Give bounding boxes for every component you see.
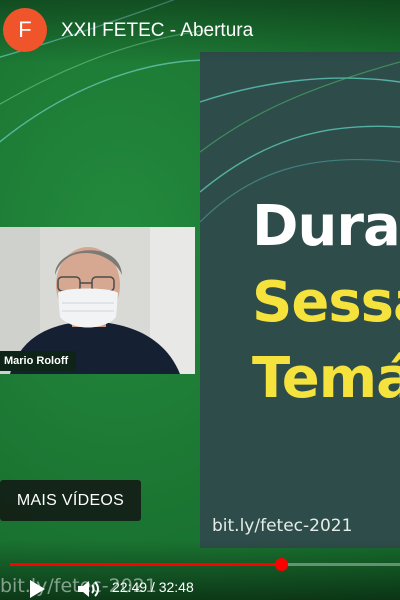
presentation-slide: Duran Sessã Temá bit.ly/fetec-2021	[200, 52, 400, 548]
progress-played	[10, 563, 281, 566]
channel-avatar[interactable]: F	[3, 8, 47, 52]
slide-line-1: Duran	[252, 194, 400, 259]
play-icon[interactable]	[26, 578, 48, 600]
speaker-name-tag: Mario Roloff	[0, 351, 77, 371]
slide-line-2: Sessã	[252, 270, 400, 335]
speaker-webcam: Mario Roloff	[0, 227, 195, 374]
slide-line-3: Temá	[252, 346, 400, 411]
video-header: F XXII FETEC - Abertura	[0, 0, 400, 64]
progress-scrubber[interactable]	[275, 558, 288, 571]
slide-link: bit.ly/fetec-2021	[212, 516, 353, 536]
volume-icon[interactable]	[76, 578, 102, 600]
more-videos-button[interactable]: MAIS VÍDEOS	[0, 480, 141, 521]
progress-bar[interactable]	[10, 558, 400, 571]
time-display: 22:49 / 32:48	[112, 579, 194, 595]
video-title[interactable]: XXII FETEC - Abertura	[61, 20, 253, 42]
